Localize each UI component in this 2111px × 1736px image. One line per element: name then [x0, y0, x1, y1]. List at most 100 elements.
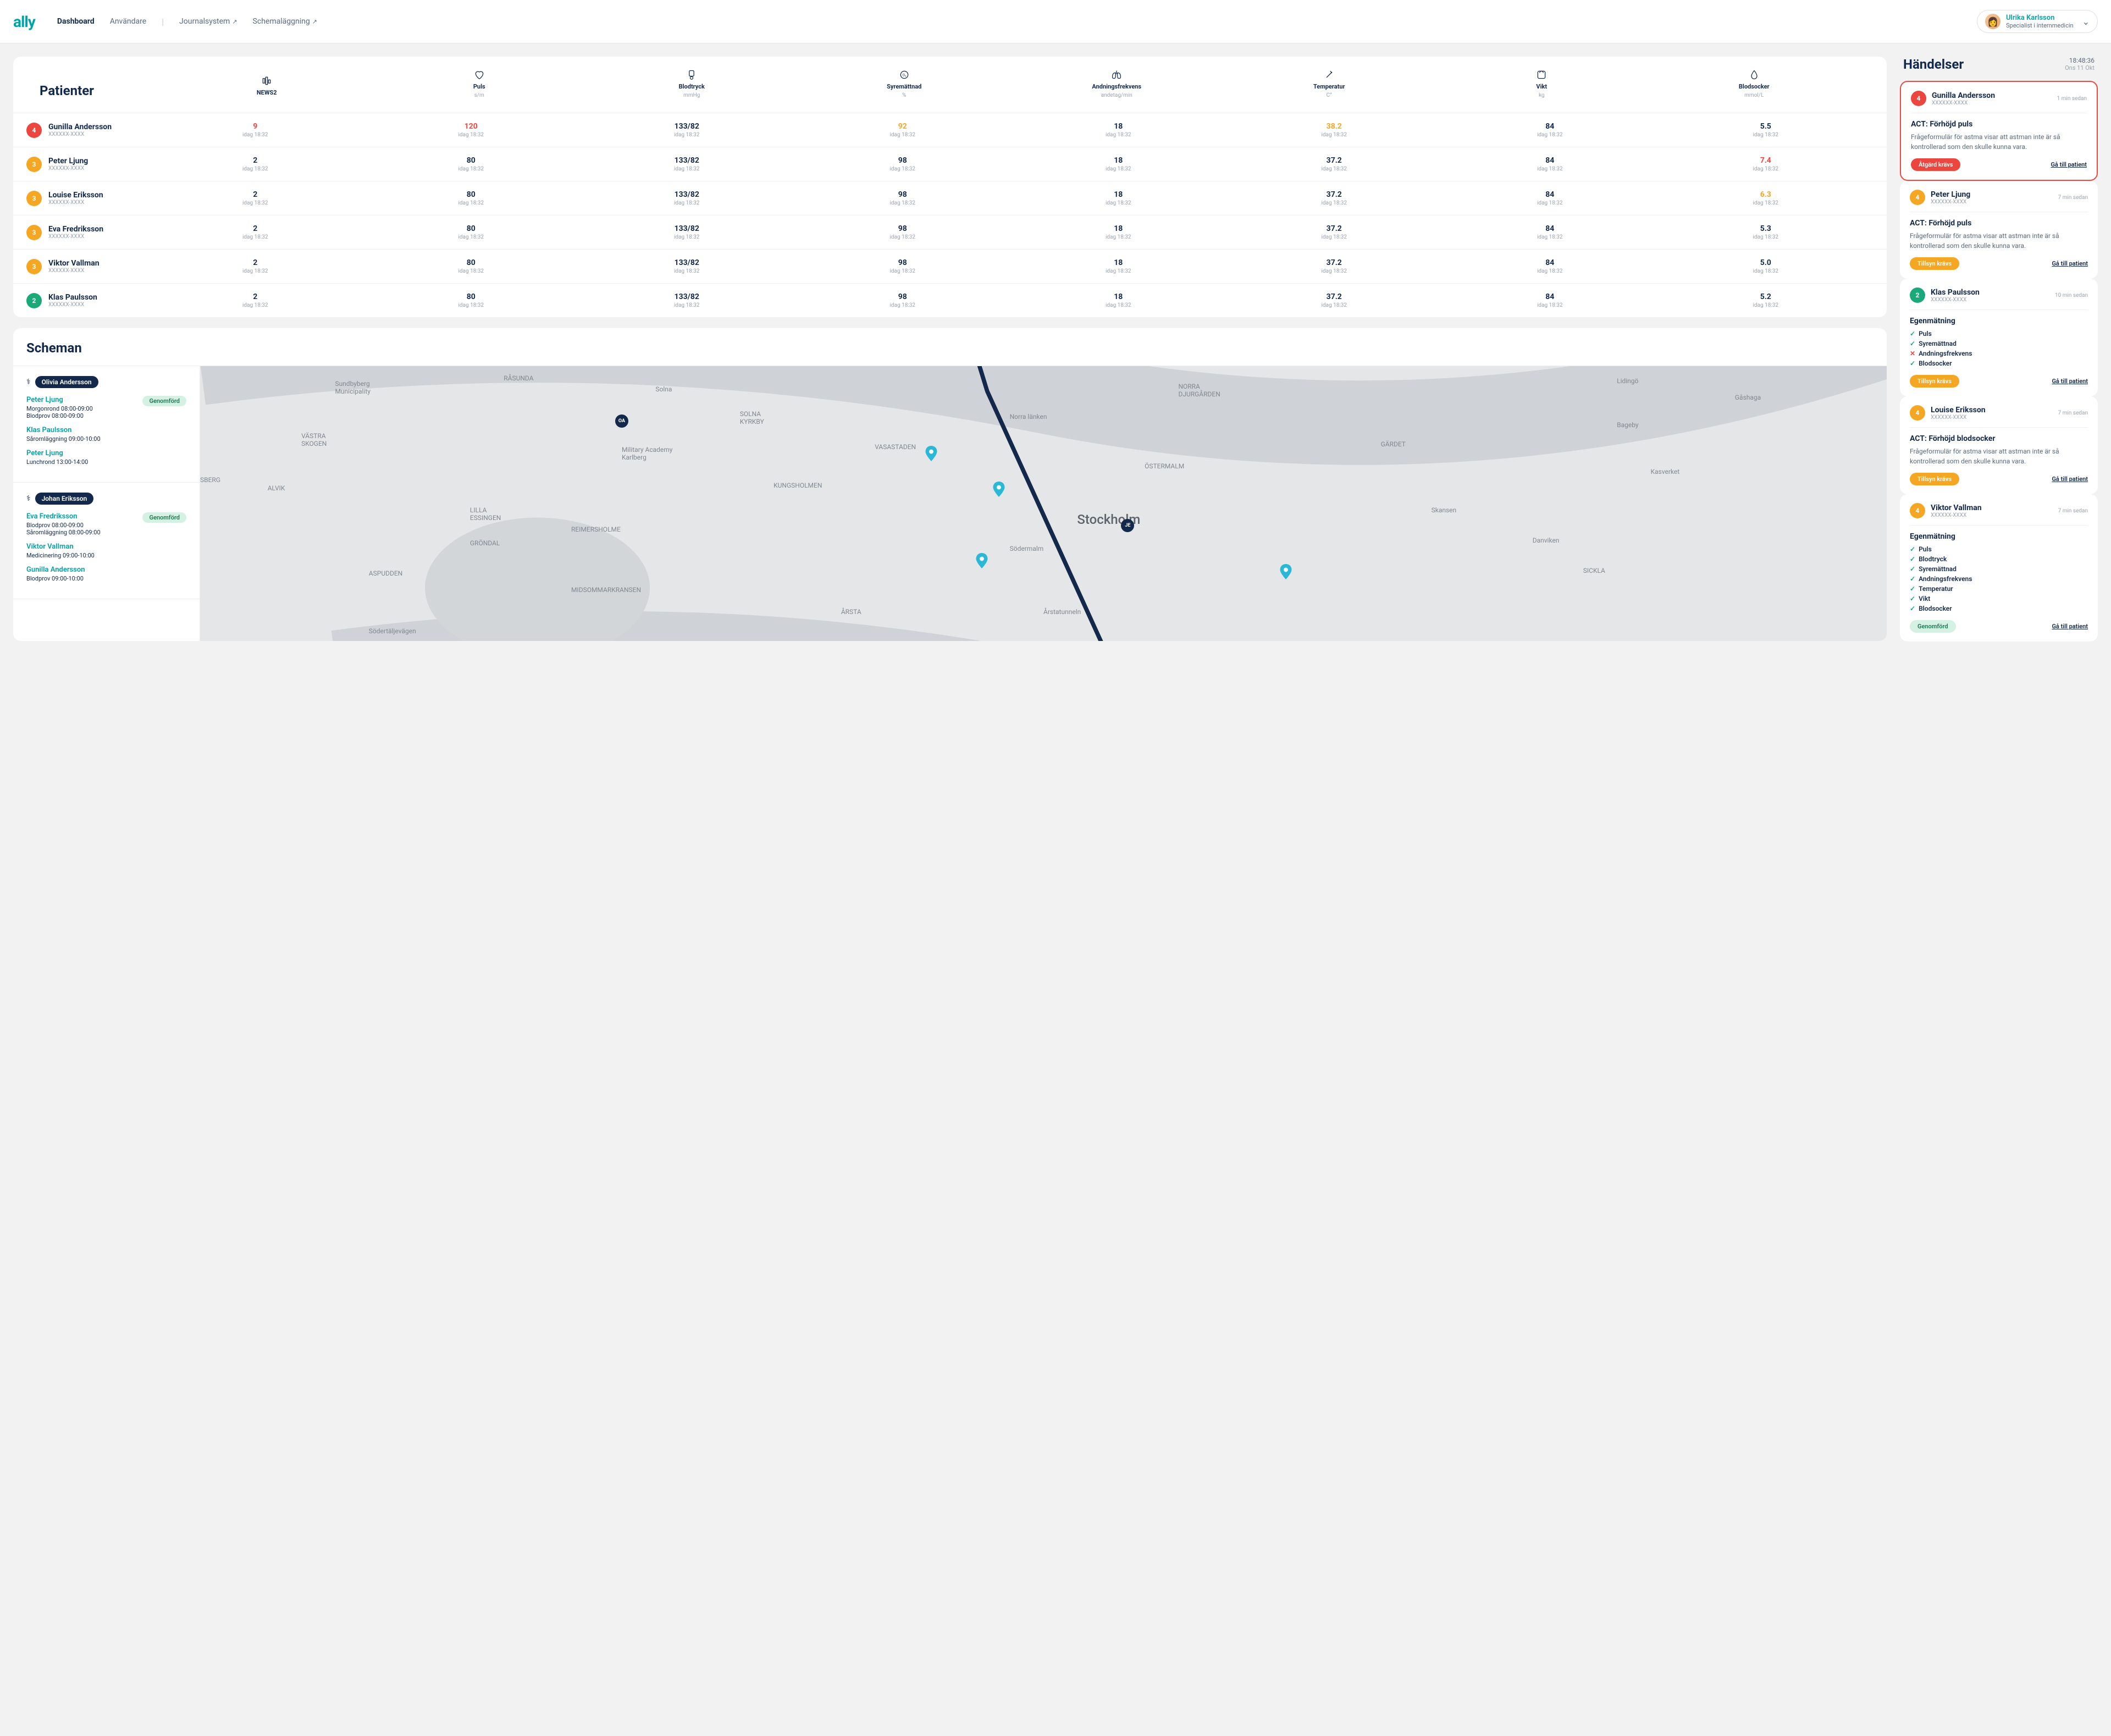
patient-row[interactable]: 3Viktor VallmanXXXXXX-XXXX2idag 18:3280i…	[13, 249, 1887, 283]
vital-cell: 133/82idag 18:32	[579, 122, 795, 138]
event-time: 7 min sedan	[2058, 410, 2088, 416]
patient-row[interactable]: 4Gunilla AnderssonXXXXXX-XXXX9idag 18:32…	[13, 113, 1887, 147]
map-label: Södertäljevägen	[369, 627, 416, 635]
check-icon: ✓	[1910, 340, 1915, 347]
check-icon: ✓	[1910, 565, 1915, 573]
patient-row[interactable]: 3Eva FredrikssonXXXXXX-XXXX2idag 18:3280…	[13, 215, 1887, 249]
map-label: Södermalm	[1010, 545, 1044, 552]
appointment[interactable]: Peter LjungLunchrond 13:00-14:00	[26, 449, 186, 466]
score-badge: 4	[1910, 405, 1925, 421]
measurement-item: ✓Syremättnad	[1910, 339, 2088, 349]
event-patient-id: XXXXXX-XXXX	[1931, 297, 1980, 303]
go-to-patient-link[interactable]: Gå till patient	[2051, 161, 2087, 168]
appointment-patient: Gunilla Andersson	[26, 566, 85, 574]
event-title: ACT: Förhöjd puls	[1910, 219, 2088, 228]
col-resp: Andningsfrekvensandetag/min	[1010, 69, 1223, 98]
score-badge: 3	[26, 259, 42, 274]
event-time: 7 min sedan	[2058, 195, 2088, 201]
avatar: 👩	[1985, 14, 2001, 29]
vital-cell: 133/82idag 18:32	[579, 292, 795, 308]
external-link-icon: ↗	[232, 18, 237, 25]
patient-id: XXXXXX-XXXX	[48, 200, 103, 206]
col-temp: TemperaturC°	[1223, 69, 1436, 98]
patient-name: Louise Eriksson	[48, 191, 103, 200]
appointment[interactable]: Gunilla AnderssonBlodprov 09:00-10:00	[26, 566, 186, 582]
map-label: NORRADJURGÅRDEN	[1178, 383, 1220, 398]
nurse-name[interactable]: Johan Eriksson	[35, 493, 94, 505]
map-label: VASASTADEN	[875, 443, 916, 451]
check-icon: ✓	[1910, 555, 1915, 563]
go-to-patient-link[interactable]: Gå till patient	[2052, 260, 2088, 267]
patient-name: Peter Ljung	[48, 157, 88, 165]
drop-icon	[1749, 69, 1760, 81]
nav-schedule[interactable]: Schemaläggning↗	[253, 17, 317, 26]
appointment-detail: Blodprov 09:00-10:00	[26, 575, 85, 582]
event-card: 4Louise ErikssonXXXXXX-XXXX7 min sedan A…	[1900, 396, 2098, 494]
patient-row[interactable]: 2Klas PaulssonXXXXXX-XXXX2idag 18:3280id…	[13, 283, 1887, 317]
event-card: 4Peter LjungXXXXXX-XXXX7 min sedan ACT: …	[1900, 181, 2098, 279]
clock-date: Ons 11 Okt	[2065, 64, 2095, 71]
measurement-item: ✓Blodsocker	[1910, 604, 2088, 613]
svg-text:O₂: O₂	[902, 73, 907, 78]
appointment[interactable]: Klas PaulssonSåromläggning 09:00-10:00	[26, 426, 186, 443]
vital-cell: 98idag 18:32	[795, 190, 1011, 206]
events-header: Händelser 18:48:36 Ons 11 Okt	[1900, 57, 2098, 72]
appointment[interactable]: Peter LjungMorgonrond 08:00-09:00Blodpro…	[26, 396, 186, 419]
nav-journal[interactable]: Journalsystem↗	[179, 17, 237, 26]
patient-name: Viktor Vallman	[48, 259, 100, 268]
event-title: ACT: Förhöjd puls	[1911, 120, 2087, 129]
nurse-pin-je[interactable]: JE	[1121, 519, 1134, 532]
patient-row[interactable]: 3Peter LjungXXXXXX-XXXX2idag 18:3280idag…	[13, 147, 1887, 181]
col-bp: BlodtryckmmHg	[585, 69, 798, 98]
measurement-item: ✓Syremättnad	[1910, 564, 2088, 574]
check-icon: ✓	[1910, 360, 1915, 367]
go-to-patient-link[interactable]: Gå till patient	[2052, 378, 2088, 385]
patient-row[interactable]: 3Louise ErikssonXXXXXX-XXXX2idag 18:3280…	[13, 181, 1887, 215]
action-pill: Genomförd	[1910, 620, 1956, 633]
nurse-name[interactable]: Olivia Andersson	[35, 376, 98, 388]
appointment-patient: Viktor Vallman	[26, 543, 95, 551]
appointment[interactable]: Viktor VallmanMedicinering 09:00-10:00	[26, 543, 186, 559]
patients-title: Patienter	[40, 83, 161, 98]
vital-cell: 80idag 18:32	[363, 190, 579, 206]
vital-cell: 2idag 18:32	[147, 292, 363, 308]
event-card: 4Gunilla AnderssonXXXXXX-XXXX1 min sedan…	[1900, 81, 2098, 181]
action-pill: Tillsyn krävs	[1910, 375, 1959, 388]
vital-cell: 98idag 18:32	[795, 292, 1011, 308]
appointment-detail: Såromläggning 09:00-10:00	[26, 435, 101, 443]
appointment-detail: Medicinering 09:00-10:00	[26, 552, 95, 559]
map-label: ÖSTERMALM	[1145, 462, 1184, 470]
check-icon: ✓	[1910, 595, 1915, 602]
event-patient-name: Peter Ljung	[1931, 190, 1970, 199]
map-label: Lidingö	[1617, 377, 1638, 385]
go-to-patient-link[interactable]: Gå till patient	[2052, 623, 2088, 630]
vital-cell: 84idag 18:32	[1442, 122, 1658, 138]
vital-cell: 120idag 18:32	[363, 122, 579, 138]
map-label: KUNGSHOLMEN	[773, 482, 822, 489]
vital-cell: 5.5idag 18:32	[1658, 122, 1874, 138]
logo: ally	[13, 13, 35, 31]
vital-cell: 84idag 18:32	[1442, 292, 1658, 308]
action-pill: Tillsyn krävs	[1910, 257, 1959, 270]
appointment-detail: Såromläggning 08:00-09:00	[26, 529, 101, 536]
map[interactable]: StockholmSundbybergMunicipalitySolnaNORR…	[200, 366, 1887, 641]
vital-cell: 2idag 18:32	[147, 258, 363, 274]
col-o2: O₂Syremättnad%	[798, 69, 1011, 98]
nav-dashboard[interactable]: Dashboard	[57, 17, 95, 26]
map-label: Skansen	[1432, 506, 1457, 514]
map-label: SICKLA	[1583, 567, 1605, 574]
map-label: Solna	[655, 385, 672, 393]
patient-id: XXXXXX-XXXX	[48, 165, 88, 172]
appointment[interactable]: Eva FredrikssonBlodprov 08:00-09:00Sårom…	[26, 512, 186, 536]
map-label: REIMERSHOLME	[571, 526, 621, 533]
score-badge: 4	[1910, 503, 1925, 518]
user-menu[interactable]: 👩 Ulrika Karlsson Specialist i internmed…	[1977, 10, 2098, 33]
schedules-card: Scheman ⚕Olivia AnderssonPeter LjungMorg…	[13, 328, 1887, 641]
score-badge: 4	[1910, 190, 1925, 205]
go-to-patient-link[interactable]: Gå till patient	[2052, 476, 2088, 483]
map-label: VÄSTRASKOGEN	[301, 432, 327, 447]
vital-cell: 37.2idag 18:32	[1226, 292, 1443, 308]
vital-cell: 133/82idag 18:32	[579, 258, 795, 274]
nav-users[interactable]: Användare	[110, 17, 146, 26]
nurse-pin-oa[interactable]: OA	[615, 414, 628, 428]
